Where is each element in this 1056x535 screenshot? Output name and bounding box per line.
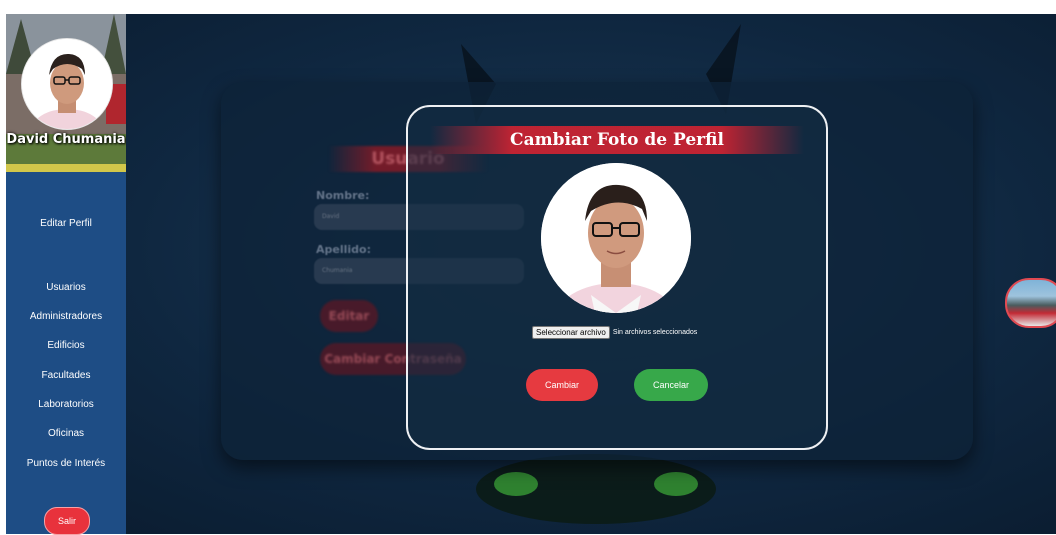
building-thumbnail[interactable] xyxy=(1005,278,1056,328)
file-picker: Seleccionar archivo Sin archivos selecci… xyxy=(532,325,697,339)
profile-photo-preview xyxy=(541,163,691,313)
lastname-label: Apellido: xyxy=(316,243,371,256)
sidebar: David Chumania Editar Perfil Usuarios Ad… xyxy=(6,14,126,535)
file-status-text: Sin archivos seleccionados xyxy=(612,328,698,336)
sidebar-item-users[interactable]: Usuarios xyxy=(6,282,126,293)
user-photo xyxy=(22,39,112,129)
profile-avatar[interactable] xyxy=(21,38,113,130)
sidebar-item-edit-profile[interactable]: Editar Perfil xyxy=(6,218,126,229)
change-button[interactable]: Cambiar xyxy=(526,369,598,401)
user-photo-large xyxy=(541,163,691,313)
cancel-button[interactable]: Cancelar xyxy=(634,369,708,401)
logout-button[interactable]: Salir xyxy=(44,507,90,535)
select-file-button[interactable]: Seleccionar archivo xyxy=(532,325,610,339)
sidebar-item-offices[interactable]: Oficinas xyxy=(6,428,126,439)
modal-title: Cambiar Foto de Perfil xyxy=(430,126,804,154)
sidebar-item-administrators[interactable]: Administradores xyxy=(6,311,126,322)
sidebar-item-points-of-interest[interactable]: Puntos de Interés xyxy=(6,458,126,469)
profile-banner: David Chumania xyxy=(6,14,126,172)
sidebar-item-faculties[interactable]: Facultades xyxy=(6,370,126,381)
name-label: Nombre: xyxy=(316,189,370,202)
sidebar-item-buildings[interactable]: Edificios xyxy=(6,340,126,351)
edit-button[interactable]: Editar xyxy=(320,300,378,332)
sidebar-item-laboratories[interactable]: Laboratorios xyxy=(6,399,126,410)
profile-name: David Chumania xyxy=(6,132,126,147)
